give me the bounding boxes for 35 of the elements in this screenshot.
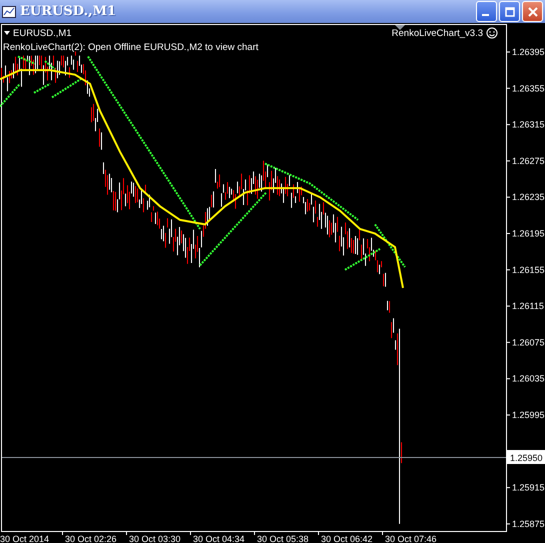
price-axis-label: 1.26115 [512, 301, 544, 312]
price-axis-label: 1.26315 [512, 120, 545, 130]
time-axis-label: 30 Oct 06:42 [321, 534, 373, 543]
time-axis-label: 30 Oct 07:46 [385, 534, 437, 543]
price-axis-label: 1.26275 [512, 156, 545, 166]
minimize-button[interactable] [476, 1, 497, 22]
price-axis-label: 1.26195 [512, 228, 545, 238]
price-axis-label: 1.26035 [512, 374, 545, 384]
price-axis-label: 1.26235 [512, 192, 545, 202]
indicator-name: RenkoLiveChart_v3.3 [392, 28, 483, 39]
chart-window-icon [2, 4, 16, 18]
time-axis-label: 30 Oct 2014 [0, 534, 50, 543]
indicator-message: RenkoLiveChart(2): Open Offline EURUSD.,M2 to view chart [3, 42, 258, 53]
price-axis-label: 1.26395 [512, 47, 545, 57]
close-icon [528, 6, 538, 16]
price-axis-label: 1.26155 [512, 264, 545, 275]
price-axis-label: 1.25995 [512, 410, 545, 420]
symbol-label: EURUSD.,M1 [13, 28, 72, 39]
time-axis-label: 30 Oct 02:26 [65, 534, 117, 543]
price-axis-label: 1.25915 [512, 482, 545, 493]
chart-shift-marker-icon [395, 25, 405, 30]
window-title: EURUSD.,M1 [20, 4, 118, 19]
price-axis-label: 1.26355 [512, 83, 545, 94]
smiley-icon [486, 28, 498, 38]
time-axis-label: 30 Oct 05:38 [257, 534, 309, 543]
time-axis-label: 30 Oct 04:34 [193, 534, 245, 543]
maximize-button[interactable] [499, 1, 520, 22]
maximize-icon [504, 6, 514, 16]
price-axis-label: 1.25875 [512, 518, 545, 529]
dropdown-triangle-icon[interactable] [4, 31, 10, 35]
close-button[interactable] [522, 1, 543, 22]
time-axis-label: 30 Oct 03:30 [129, 534, 181, 543]
price-axis-label: 1.26075 [512, 337, 545, 348]
current-price-label: 1.25950 [507, 450, 545, 464]
minimize-icon [482, 14, 489, 16]
